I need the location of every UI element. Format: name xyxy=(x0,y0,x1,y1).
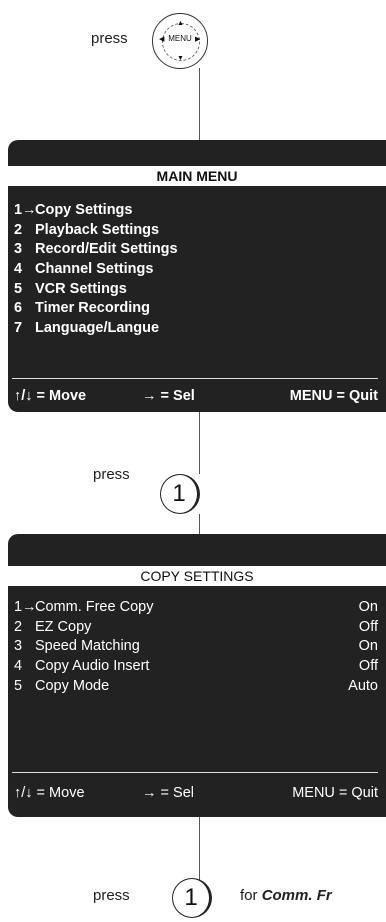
copy-settings-item[interactable]: 3 Speed Matching On xyxy=(8,638,378,658)
down-arrow-icon: ▼ xyxy=(177,55,184,62)
item-number: 2 xyxy=(14,618,23,635)
item-value: Auto xyxy=(348,677,378,694)
instruction-item: Comm. Fr xyxy=(261,887,332,904)
item-value: Off xyxy=(358,618,378,635)
copy-settings-list: 1 → Comm. Free Copy On 2 EZ Copy Off 3 S… xyxy=(8,599,378,697)
main-menu-list: 1 → Copy Settings 2 Playback Settings 3 … xyxy=(8,202,378,340)
quit-hint: MENU = Quit xyxy=(289,388,378,404)
copy-settings-item[interactable]: 5 Copy Mode Auto xyxy=(8,678,378,698)
connector-line-3 xyxy=(199,514,200,534)
main-menu-item[interactable]: 1 → Copy Settings xyxy=(8,202,378,222)
main-menu-item[interactable]: 2 Playback Settings xyxy=(8,222,378,242)
copy-settings-item[interactable]: 4 Copy Audio Insert Off xyxy=(8,658,378,678)
item-number: 5 xyxy=(14,677,23,694)
item-number: 5 xyxy=(14,280,23,297)
press-label-menu: press xyxy=(91,30,128,47)
main-menu-item[interactable]: 6 Timer Recording xyxy=(8,300,378,320)
copy-settings-screen: COPY SETTINGS 1 → Comm. Free Copy On 2 E… xyxy=(8,534,386,817)
main-menu-screen: MAIN MENU 1 → Copy Settings 2 Playback S… xyxy=(8,140,386,412)
item-label: Language/Langue xyxy=(35,320,160,337)
press-label-2: press xyxy=(93,887,130,904)
item-number: 3 xyxy=(14,638,23,655)
copy-settings-divider xyxy=(12,772,378,773)
item-label: Copy Settings xyxy=(35,202,133,218)
main-menu-item[interactable]: 4 Channel Settings xyxy=(8,261,378,281)
instruction-prefix: for xyxy=(240,887,262,904)
main-menu-divider xyxy=(12,378,378,379)
number-1-button-2[interactable]: 1 xyxy=(172,878,212,918)
connector-line-2 xyxy=(199,412,200,474)
item-number: 4 xyxy=(14,658,23,675)
select-hint: → = Sel xyxy=(142,785,194,801)
instruction-text: for Comm. Fr xyxy=(240,887,332,904)
main-menu-title: MAIN MENU xyxy=(8,166,386,186)
item-number: 2 xyxy=(14,221,23,238)
item-label: Playback Settings xyxy=(35,221,160,238)
item-number: 1 xyxy=(14,599,23,615)
press-label-1: press xyxy=(93,466,130,483)
item-number: 4 xyxy=(14,261,23,278)
item-value: On xyxy=(358,638,378,655)
copy-settings-item[interactable]: 1 → Comm. Free Copy On xyxy=(8,599,378,619)
menu-button[interactable]: ▲ ▼ ◀ ▶ MENU xyxy=(152,13,208,69)
copy-settings-title: COPY SETTINGS xyxy=(8,566,386,586)
menu-button-label: MENU xyxy=(168,34,192,43)
up-arrow-icon: ▲ xyxy=(177,20,184,27)
move-hint: ↑/↓ = Move xyxy=(14,388,87,404)
item-label: EZ Copy xyxy=(35,618,92,635)
main-menu-item[interactable]: 7 Language/Langue xyxy=(8,320,378,340)
connector-line-4 xyxy=(199,817,200,882)
connector-line-1 xyxy=(199,68,200,140)
main-menu-item[interactable]: 3 Record/Edit Settings xyxy=(8,241,378,261)
item-value: Off xyxy=(358,658,378,675)
item-label: Speed Matching xyxy=(35,638,140,655)
item-number: 7 xyxy=(14,320,23,337)
main-menu-item[interactable]: 5 VCR Settings xyxy=(8,281,378,301)
item-label: Channel Settings xyxy=(35,261,154,278)
item-label: Copy Mode xyxy=(35,677,110,694)
move-hint: ↑/↓ = Move xyxy=(14,785,85,801)
item-number: 1 xyxy=(14,202,23,218)
quit-hint: MENU = Quit xyxy=(292,785,378,801)
item-label: VCR Settings xyxy=(35,280,127,297)
item-value: On xyxy=(358,599,378,615)
item-label: Comm. Free Copy xyxy=(35,599,154,615)
item-number: 6 xyxy=(14,300,23,317)
copy-settings-item[interactable]: 2 EZ Copy Off xyxy=(8,619,378,639)
select-hint: → = Sel xyxy=(142,388,195,404)
number-1-button[interactable]: 1 xyxy=(160,474,200,514)
item-label: Copy Audio Insert xyxy=(35,658,150,675)
item-label: Record/Edit Settings xyxy=(35,241,178,258)
item-number: 3 xyxy=(14,241,23,258)
item-label: Timer Recording xyxy=(35,300,150,317)
